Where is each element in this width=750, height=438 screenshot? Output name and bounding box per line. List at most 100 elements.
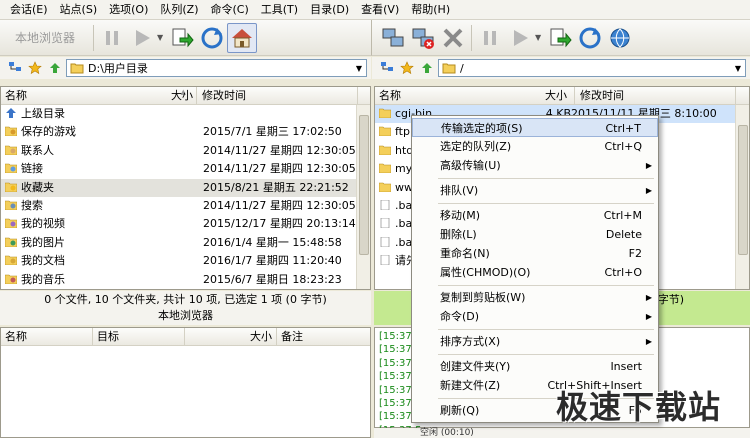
chevron-down-icon[interactable]: ▼ bbox=[157, 33, 167, 42]
context-menu-item[interactable]: 选定的队列(Z) Ctrl+Q bbox=[412, 137, 658, 156]
menu-separator bbox=[438, 354, 654, 355]
menu-item[interactable]: 命令(C) bbox=[205, 0, 255, 20]
refresh-icon[interactable] bbox=[197, 23, 227, 53]
cell-size bbox=[157, 271, 193, 289]
toolbar-separator bbox=[93, 24, 94, 51]
table-row[interactable]: 我的图片 2016/1/4 星期一 15:48:58 bbox=[1, 234, 370, 252]
transfer-icon[interactable] bbox=[545, 23, 575, 53]
context-menu-item[interactable]: 传输选定的项(S) Ctrl+T bbox=[412, 118, 658, 137]
menu-separator bbox=[438, 329, 654, 330]
chevron-down-icon[interactable]: ▼ bbox=[731, 64, 745, 73]
scroll-thumb[interactable] bbox=[359, 115, 369, 255]
menu-item-shortcut: F2 bbox=[628, 247, 642, 260]
context-menu-item[interactable]: 移动(M) Ctrl+M bbox=[412, 206, 658, 225]
menu-item[interactable]: 队列(Z) bbox=[154, 0, 204, 20]
cell-name: 收藏夹 bbox=[5, 179, 155, 197]
transfer-icon[interactable] bbox=[167, 23, 197, 53]
queue-column-header: 名称 目标 大小 备注 bbox=[1, 328, 370, 346]
column-size[interactable]: 大小 bbox=[161, 87, 197, 105]
folder-icon bbox=[5, 144, 21, 157]
play-icon[interactable] bbox=[505, 23, 535, 53]
queue-column-name[interactable]: 名称 bbox=[1, 328, 93, 346]
local-file-list[interactable]: 名称 ▲ 大小 修改时间 上级目录 保存的游戏 2015/7/1 星期三 17:02:… bbox=[0, 86, 371, 290]
folder-icon bbox=[442, 63, 456, 74]
up-folder-icon[interactable] bbox=[46, 59, 64, 77]
menu-item[interactable]: 目录(D) bbox=[304, 0, 355, 20]
local-rows: 上级目录 保存的游戏 2015/7/1 星期三 17:02:50 联系人 2014/11… bbox=[1, 105, 370, 289]
table-row[interactable]: 搜索 2014/11/27 星期四 12:30:05 bbox=[1, 197, 370, 215]
local-address-bar: D:\用户目录 ▼ bbox=[0, 57, 371, 79]
connect-icon[interactable] bbox=[378, 23, 408, 53]
menu-item[interactable]: 站点(S) bbox=[54, 0, 104, 20]
cell-modified: 2014/11/27 星期四 12:30:05 bbox=[203, 198, 356, 212]
table-row[interactable]: 上级目录 bbox=[1, 105, 370, 123]
close-icon[interactable] bbox=[438, 23, 468, 53]
pause-icon[interactable] bbox=[97, 23, 127, 53]
column-modified[interactable]: 修改时间 bbox=[198, 87, 358, 105]
table-row[interactable]: 保存的游戏 2015/7/1 星期三 17:02:50 bbox=[1, 123, 370, 141]
column-label: 大小 bbox=[545, 89, 567, 102]
table-row[interactable]: 我的音乐 2015/6/7 星期日 18:23:23 bbox=[1, 271, 370, 289]
cell-name: 联系人 bbox=[5, 142, 155, 160]
table-row[interactable]: 收藏夹 2015/8/21 星期五 22:21:52 bbox=[1, 178, 370, 197]
table-row[interactable]: 链接 2014/11/27 星期四 12:30:05 bbox=[1, 160, 370, 178]
remote-scrollbar[interactable] bbox=[735, 105, 749, 289]
menu-item[interactable]: 查看(V) bbox=[355, 0, 405, 20]
column-label: 名称 bbox=[379, 89, 401, 102]
cell-size bbox=[157, 252, 193, 270]
table-row[interactable]: 我的视频 2015/12/17 星期四 20:13:14 bbox=[1, 215, 370, 233]
menu-item-label: 选定的队列(Z) bbox=[440, 140, 512, 153]
menu-separator bbox=[438, 203, 654, 204]
table-row[interactable]: 联系人 2014/11/27 星期四 12:30:05 bbox=[1, 142, 370, 160]
play-icon[interactable] bbox=[127, 23, 157, 53]
cell-modified: 2014/11/27 星期四 12:30:05 bbox=[203, 162, 356, 176]
context-menu-item[interactable]: 属性(CHMOD)(O) Ctrl+O bbox=[412, 263, 658, 282]
transfer-queue[interactable]: 名称 目标 大小 备注 bbox=[0, 327, 371, 438]
menu-item[interactable]: 会话(E) bbox=[4, 0, 54, 20]
cell-name: 保存的游戏 bbox=[5, 123, 155, 141]
chevron-down-icon[interactable]: ▼ bbox=[535, 33, 545, 42]
tree-view-icon[interactable] bbox=[6, 59, 24, 77]
context-menu-item[interactable]: 创建文件夹(Y) Insert bbox=[412, 357, 658, 376]
local-path-input[interactable]: D:\用户目录 ▼ bbox=[66, 59, 367, 77]
context-menu-item[interactable]: 删除(L) Delete bbox=[412, 225, 658, 244]
globe-icon[interactable] bbox=[605, 23, 635, 53]
refresh-icon[interactable] bbox=[575, 23, 605, 53]
menu-item[interactable]: 工具(T) bbox=[255, 0, 304, 20]
star-icon[interactable] bbox=[398, 59, 416, 77]
menu-separator bbox=[438, 285, 654, 286]
context-menu-item[interactable]: 重命名(N) F2 bbox=[412, 244, 658, 263]
queue-column-note[interactable]: 备注 bbox=[277, 328, 370, 346]
pause-icon[interactable] bbox=[475, 23, 505, 53]
folder-icon bbox=[379, 107, 395, 120]
table-row[interactable]: 我的文档 2016/1/7 星期四 11:20:40 bbox=[1, 252, 370, 270]
context-menu-item[interactable]: 高级传输(U) ▶ bbox=[412, 156, 658, 175]
star-icon[interactable] bbox=[26, 59, 44, 77]
up-folder-icon[interactable] bbox=[418, 59, 436, 77]
context-menu-item[interactable]: 排序方式(X) ▶ bbox=[412, 332, 658, 351]
disconnect-icon[interactable] bbox=[408, 23, 438, 53]
menu-item-label: 刷新(Q) bbox=[440, 404, 480, 417]
column-size[interactable]: 大小 bbox=[535, 87, 571, 105]
queue-column-size[interactable]: 大小 bbox=[185, 328, 277, 346]
context-menu-item[interactable]: 排队(V) ▶ bbox=[412, 181, 658, 200]
tree-view-icon[interactable] bbox=[378, 59, 396, 77]
context-menu-item[interactable]: 命令(D) ▶ bbox=[412, 307, 658, 326]
chevron-down-icon[interactable]: ▼ bbox=[352, 64, 366, 73]
context-menu-item[interactable]: 复制到剪贴板(W) ▶ bbox=[412, 288, 658, 307]
column-modified[interactable]: 修改时间 bbox=[576, 87, 736, 105]
folder-icon bbox=[379, 162, 395, 175]
cell-modified: 2015/8/21 星期五 22:21:52 bbox=[203, 180, 349, 194]
scroll-thumb[interactable] bbox=[738, 125, 748, 255]
menu-item[interactable]: 选项(O) bbox=[103, 0, 154, 20]
home-icon[interactable] bbox=[227, 22, 257, 53]
menu-item[interactable]: 帮助(H) bbox=[405, 0, 456, 20]
remote-path-input[interactable]: / ▼ bbox=[438, 59, 746, 77]
idle-status: 空闲 (00:10) bbox=[420, 428, 474, 438]
cell-modified: 2016/1/4 星期一 15:48:58 bbox=[203, 235, 342, 249]
column-label: 修改时间 bbox=[202, 89, 246, 102]
folder-icon bbox=[5, 181, 21, 194]
column-label: 备注 bbox=[281, 330, 303, 343]
local-scrollbar[interactable] bbox=[356, 105, 370, 289]
queue-column-target[interactable]: 目标 bbox=[93, 328, 185, 346]
